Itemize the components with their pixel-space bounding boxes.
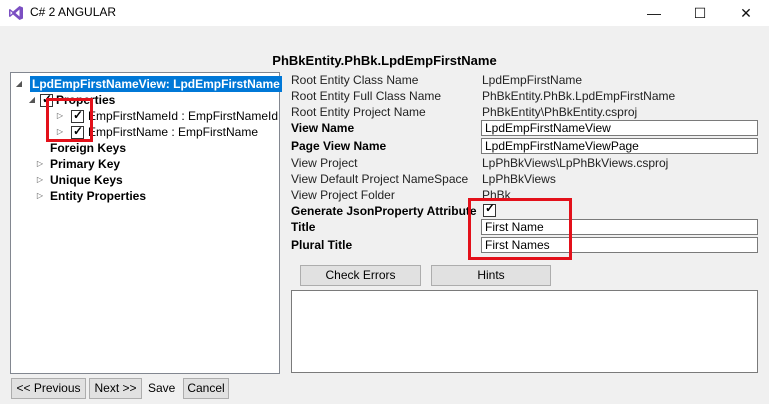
minimize-icon: — <box>647 5 661 21</box>
title-bar: C# 2 ANGULAR — ☐ ✕ <box>0 0 769 26</box>
collapse-icon[interactable]: ▷ <box>35 172 45 188</box>
root-entity-project-name-value: PhBkEntity\PhBkEntity.csproj <box>482 105 638 119</box>
window-title: C# 2 ANGULAR <box>30 5 117 19</box>
view-name-label: View Name <box>291 121 355 135</box>
view-default-namespace-label: View Default Project NameSpace <box>291 172 469 186</box>
root-entity-project-name-label: Root Entity Project Name <box>291 105 426 119</box>
tree-unique-keys-label: Unique Keys <box>50 173 123 187</box>
plural-title-label: Plural Title <box>291 238 353 252</box>
maximize-button[interactable]: ☐ <box>677 0 723 26</box>
close-button[interactable]: ✕ <box>723 0 769 26</box>
page-title: PhBkEntity.PhBk.LpdEmpFirstName <box>272 53 497 68</box>
tree-foreign-keys[interactable]: Foreign Keys <box>50 140 126 156</box>
hints-button[interactable]: Hints <box>431 265 551 286</box>
root-entity-class-name-label: Root Entity Class Name <box>291 73 419 87</box>
previous-button[interactable]: << Previous <box>11 378 86 399</box>
cancel-button[interactable]: Cancel <box>183 378 229 399</box>
view-project-label: View Project <box>291 156 358 170</box>
expand-icon[interactable]: ◢ <box>27 92 37 108</box>
root-entity-full-class-name-label: Root Entity Full Class Name <box>291 89 442 103</box>
view-project-folder-label: View Project Folder <box>291 188 395 202</box>
view-default-namespace-value: LpPhBkViews <box>482 172 556 186</box>
root-entity-class-name-value: LpdEmpFirstName <box>482 73 583 87</box>
maximize-icon: ☐ <box>693 4 707 21</box>
expand-icon[interactable]: ◢ <box>14 76 24 92</box>
generate-json-label: Generate JsonProperty Attribute <box>291 204 477 218</box>
collapse-icon[interactable]: ▷ <box>35 156 45 172</box>
check-errors-button[interactable]: Check Errors <box>300 265 421 286</box>
highlight-box <box>46 98 93 142</box>
tree-entity-properties-label: Entity Properties <box>50 189 147 203</box>
title-label: Title <box>291 220 316 234</box>
page-view-name-field[interactable]: LpdEmpFirstNameViewPage <box>481 138 758 154</box>
tree-primary-key-label: Primary Key <box>50 157 121 171</box>
output-textbox[interactable] <box>291 290 758 373</box>
save-button[interactable]: Save <box>148 381 175 395</box>
view-project-value: LpPhBkViews\LpPhBkViews.csproj <box>482 156 669 170</box>
close-icon: ✕ <box>740 4 752 21</box>
tree-property-label: EmpFirstName : EmpFirstName <box>88 125 259 139</box>
tree-property-label: EmpFirstNameId : EmpFirstNameId <box>88 109 279 123</box>
collapse-icon[interactable]: ▷ <box>35 188 45 204</box>
root-entity-full-class-name-value: PhBkEntity.PhBk.LpdEmpFirstName <box>482 89 676 103</box>
page-view-name-label: Page View Name <box>291 139 387 153</box>
minimize-button[interactable]: — <box>631 0 677 26</box>
visual-studio-icon <box>9 6 23 20</box>
highlight-box <box>468 198 572 260</box>
tree-root-label[interactable]: LpdEmpFirstNameView: LpdEmpFirstName <box>30 76 282 92</box>
next-button[interactable]: Next >> <box>89 378 142 399</box>
view-name-field[interactable]: LpdEmpFirstNameView <box>481 120 758 136</box>
